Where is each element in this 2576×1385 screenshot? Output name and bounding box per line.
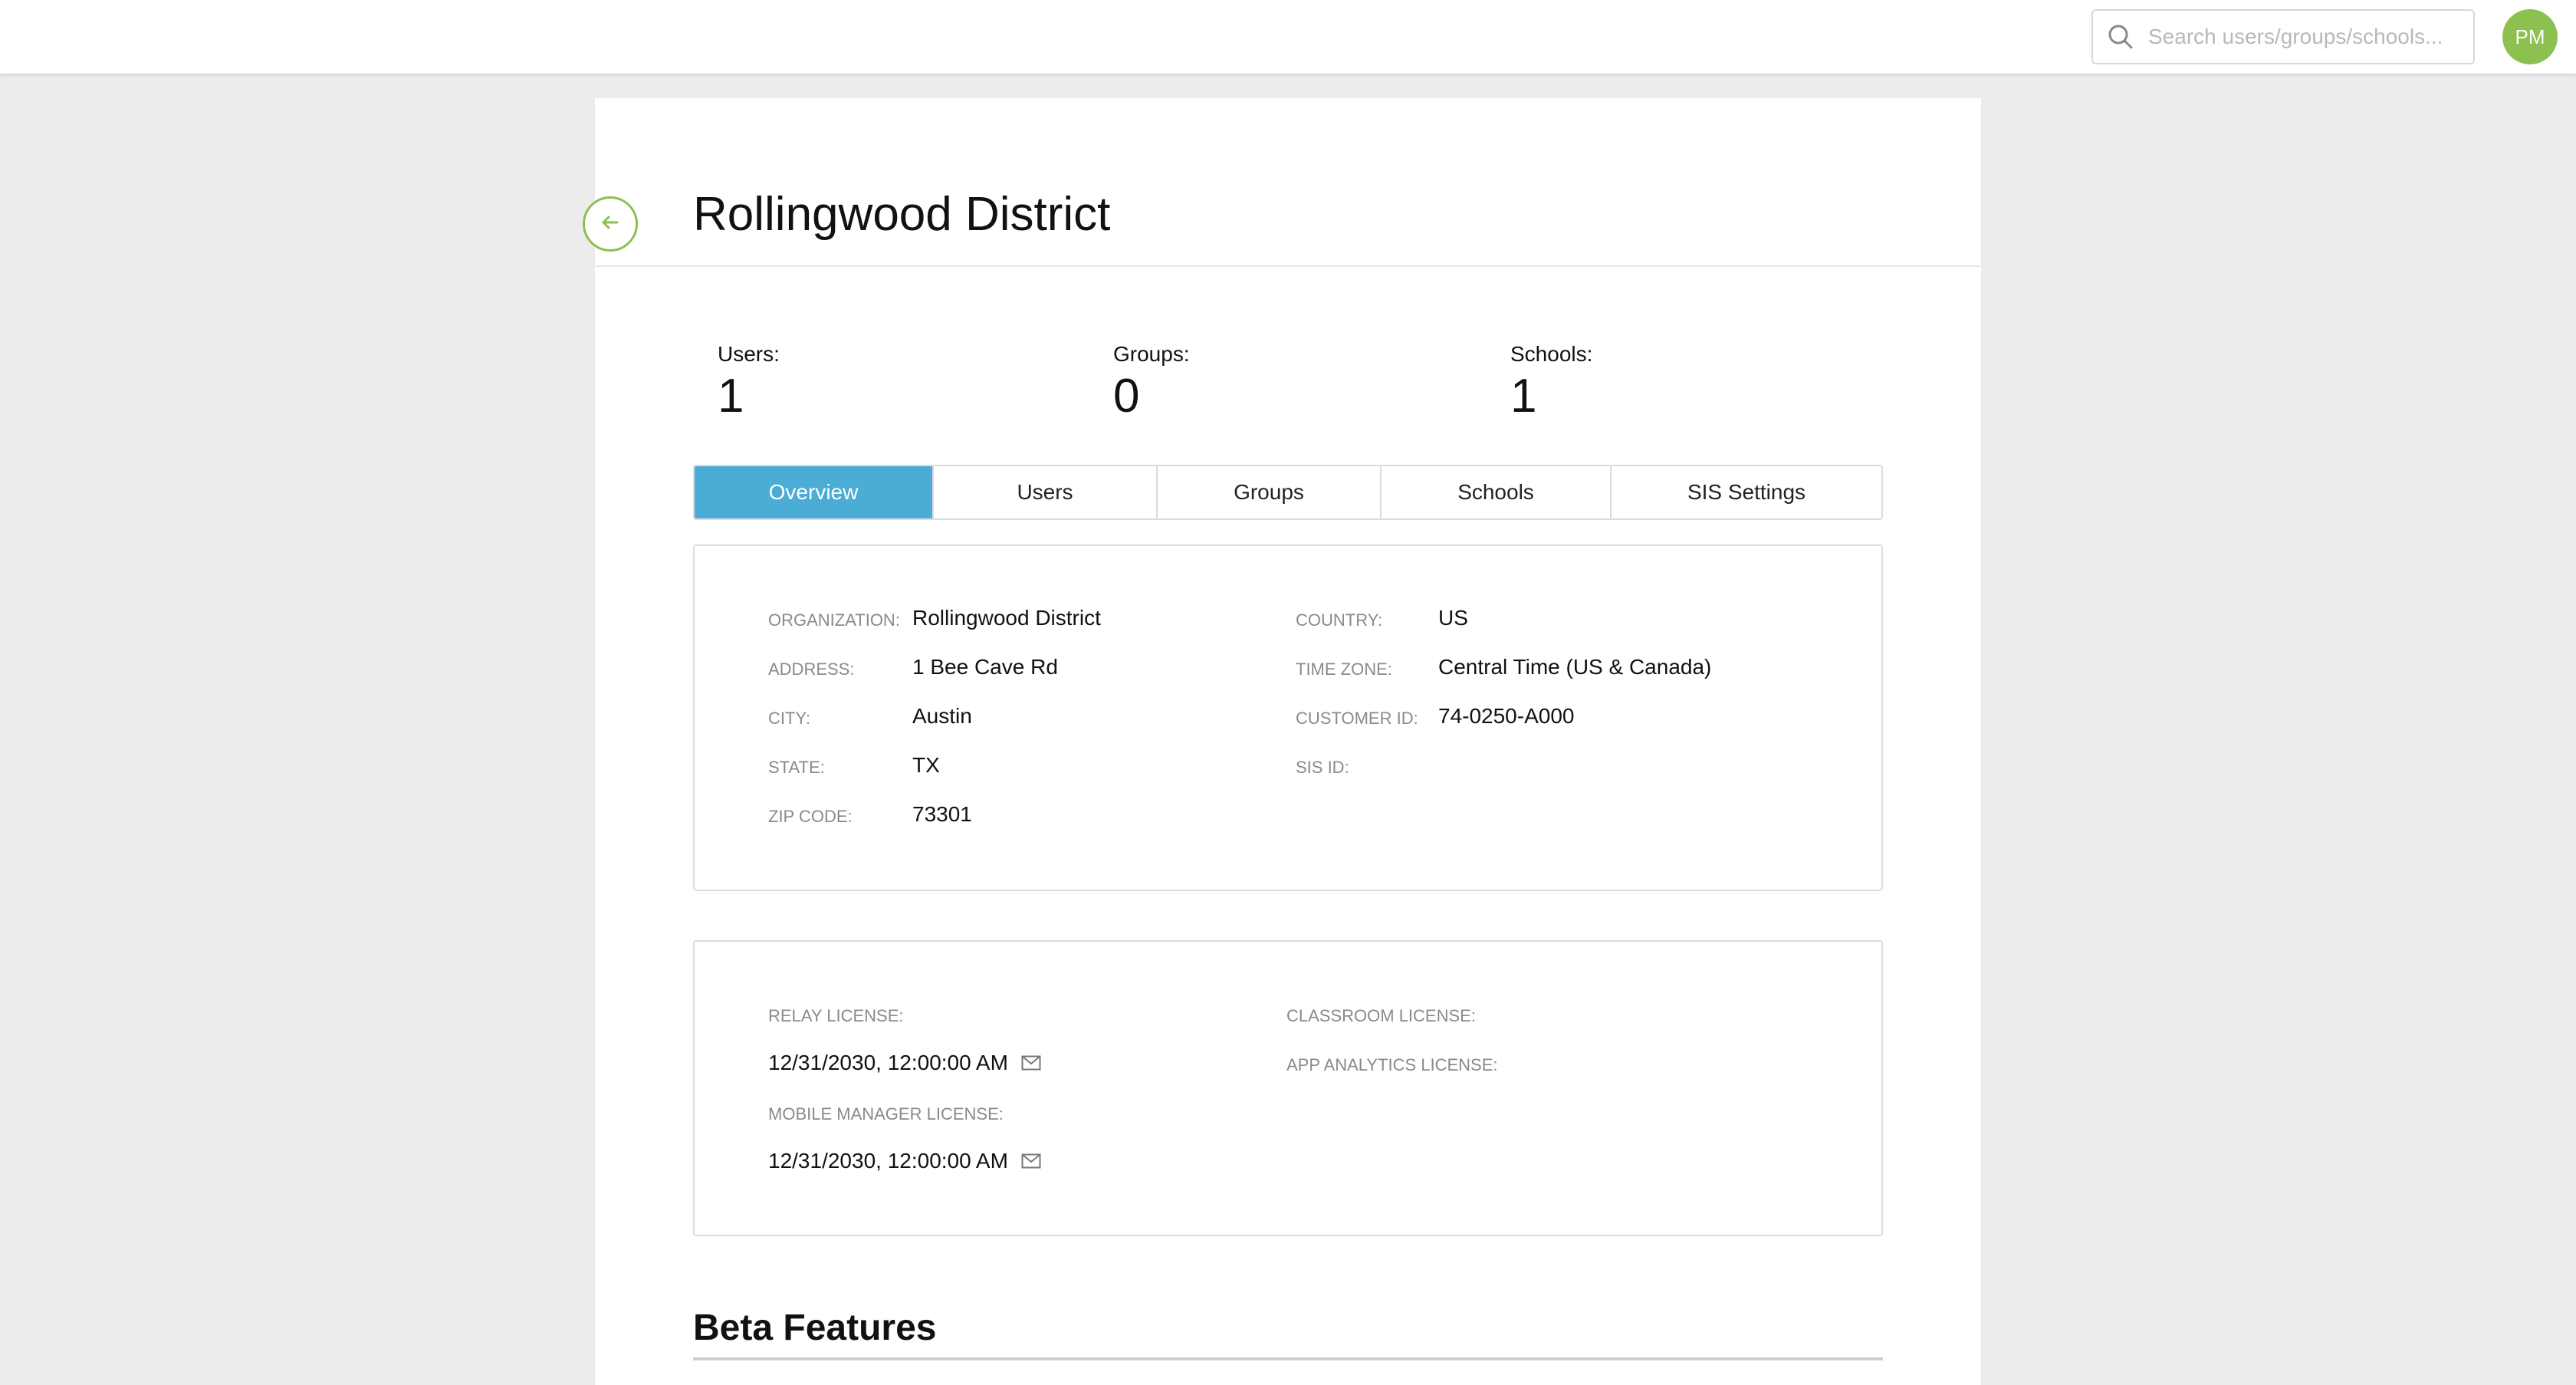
relay-license-label: RELAY LICENSE:	[768, 1006, 904, 1025]
stat-label: Schools:	[1510, 342, 1593, 366]
country-value: US	[1438, 606, 1468, 630]
organization-value: Rollingwood District	[912, 606, 1101, 630]
mobile-manager-license-label: MOBILE MANAGER LICENSE:	[768, 1104, 1004, 1123]
licenses-panel: RELAY LICENSE: 12/31/2030, 12:00:00 AM M…	[693, 940, 1883, 1236]
address-value: 1 Bee Cave Rd	[912, 655, 1058, 679]
customer-id-label: CUSTOMER ID:	[1296, 709, 1418, 728]
app-analytics-license-label: APP ANALYTICS LICENSE:	[1286, 1055, 1498, 1074]
city-value: Austin	[912, 704, 972, 728]
stat-value: 0	[1113, 370, 1140, 423]
stat-label: Groups:	[1113, 342, 1190, 366]
user-avatar[interactable]: PM	[2502, 9, 2558, 64]
mobile-manager-license-value: 12/31/2030, 12:00:00 AM	[768, 1149, 1008, 1173]
beta-features-divider	[693, 1357, 1883, 1360]
country-label: COUNTRY:	[1296, 610, 1383, 630]
stat-value: 1	[1510, 370, 1537, 423]
mail-icon[interactable]	[1021, 1055, 1041, 1071]
time-zone-label: TIME ZONE:	[1296, 660, 1392, 679]
back-arrow-icon	[599, 211, 622, 238]
stat-groups: Groups: 0	[1113, 342, 1190, 420]
time-zone-value: Central Time (US & Canada)	[1438, 655, 1712, 679]
search-icon	[2093, 11, 2148, 63]
search-box[interactable]	[2091, 9, 2475, 64]
tab-groups[interactable]: Groups	[1158, 466, 1382, 518]
classroom-license-label: CLASSROOM LICENSE:	[1286, 1006, 1476, 1025]
state-value: TX	[912, 753, 940, 777]
stat-users: Users: 1	[718, 342, 780, 420]
back-button[interactable]	[583, 196, 638, 252]
tab-users[interactable]: Users	[934, 466, 1158, 518]
beta-features-heading: Beta Features	[693, 1308, 937, 1348]
title-divider	[595, 265, 1981, 267]
relay-license-value: 12/31/2030, 12:00:00 AM	[768, 1051, 1008, 1074]
state-label: STATE:	[768, 758, 825, 777]
mail-icon[interactable]	[1021, 1153, 1041, 1169]
stat-schools: Schools: 1	[1510, 342, 1592, 420]
zip-code-value: 73301	[912, 802, 972, 826]
tab-sis-settings[interactable]: SIS Settings	[1612, 466, 1881, 518]
customer-id-value: 74-0250-A000	[1438, 704, 1575, 728]
top-bar: PM	[0, 0, 2576, 74]
stat-value: 1	[718, 370, 744, 423]
tab-bar: Overview Users Groups Schools SIS Settin…	[693, 465, 1883, 520]
address-label: ADDRESS:	[768, 660, 855, 679]
city-label: CITY:	[768, 709, 811, 728]
search-input[interactable]	[2148, 14, 2463, 60]
tab-overview[interactable]: Overview	[695, 466, 934, 518]
sis-id-label: SIS ID:	[1296, 758, 1349, 777]
tab-schools[interactable]: Schools	[1382, 466, 1612, 518]
overview-panel: ORGANIZATION: Rollingwood District ADDRE…	[693, 544, 1883, 891]
page-title: Rollingwood District	[693, 188, 1111, 241]
stat-label: Users:	[718, 342, 780, 366]
zip-code-label: ZIP CODE:	[768, 807, 853, 826]
organization-label: ORGANIZATION:	[768, 610, 900, 630]
